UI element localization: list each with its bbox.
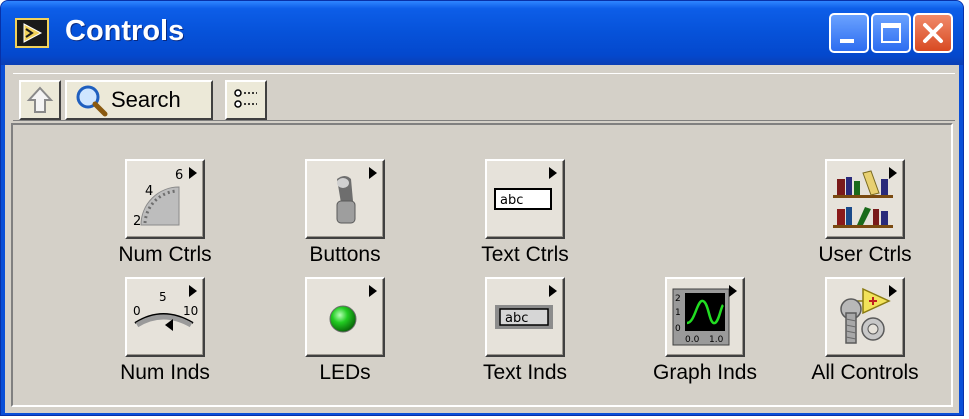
submenu-arrow-icon bbox=[729, 285, 737, 297]
submenu-arrow-icon bbox=[889, 285, 897, 297]
knob-tick-4: 4 bbox=[145, 184, 153, 199]
buttons-button[interactable] bbox=[305, 159, 385, 239]
text-ctrls-label: Text Ctrls bbox=[481, 243, 569, 266]
graph-y-1: 1 bbox=[675, 308, 681, 318]
text-inds-label: Text Inds bbox=[482, 361, 568, 384]
palette-item-text-inds[interactable]: abc Text Inds bbox=[445, 277, 605, 387]
palette-item-user-ctrls[interactable]: User Ctrls bbox=[785, 159, 945, 269]
num-ctrls-label: Num Ctrls bbox=[118, 243, 212, 266]
palette-item-text-ctrls[interactable]: abc Text Ctrls bbox=[445, 159, 605, 269]
palette-client-area: Search 2 4 6 Num Ctrls Buttons abc Text … bbox=[5, 65, 959, 413]
submenu-arrow-icon bbox=[549, 167, 557, 179]
window-title: Controls bbox=[65, 15, 185, 47]
leds-label: LEDs bbox=[319, 361, 371, 384]
controls-window: Controls Search 2 4 6 Num Ctrls Buttons … bbox=[0, 0, 964, 416]
graph-y-2: 2 bbox=[675, 294, 681, 304]
leds-button[interactable] bbox=[305, 277, 385, 357]
graph-inds-label: Graph Inds bbox=[653, 361, 757, 384]
submenu-arrow-icon bbox=[369, 285, 377, 297]
view-options-button[interactable] bbox=[225, 80, 267, 120]
view-options-icon bbox=[234, 89, 257, 108]
text-ctrls-button[interactable]: abc bbox=[485, 159, 565, 239]
num-ctrls-button[interactable]: 2 4 6 bbox=[125, 159, 205, 239]
palette-item-buttons[interactable]: Buttons bbox=[265, 159, 425, 269]
submenu-arrow-icon bbox=[549, 285, 557, 297]
meter-tick-5: 5 bbox=[159, 290, 167, 304]
palette-item-num-ctrls[interactable]: 2 4 6 Num Ctrls bbox=[85, 159, 245, 269]
labview-app-icon bbox=[15, 18, 49, 48]
knob-tick-6: 6 bbox=[175, 168, 183, 183]
palette-item-graph-inds[interactable]: 2 1 0 0.0 1.0 Graph Inds bbox=[625, 277, 785, 387]
title-bar[interactable]: Controls bbox=[1, 1, 963, 65]
graph-x-1: 1.0 bbox=[709, 335, 724, 345]
maximize-icon bbox=[881, 23, 901, 43]
palette-item-leds[interactable]: LEDs bbox=[265, 277, 425, 387]
magnifier-icon bbox=[76, 85, 108, 117]
text-ind-sample: abc bbox=[505, 311, 528, 326]
all-controls-button[interactable] bbox=[825, 277, 905, 357]
maximize-button[interactable] bbox=[871, 13, 911, 53]
knob-tick-2: 2 bbox=[133, 214, 141, 229]
close-icon bbox=[923, 23, 943, 43]
submenu-arrow-icon bbox=[189, 285, 197, 297]
up-button[interactable] bbox=[19, 80, 61, 120]
graph-y-0: 0 bbox=[675, 324, 681, 334]
minimize-button[interactable] bbox=[829, 13, 869, 53]
palette-toolbar: Search bbox=[13, 73, 955, 121]
palette-item-num-inds[interactable]: 0 5 10 Num Inds bbox=[85, 277, 245, 387]
all-controls-label: All Controls bbox=[811, 361, 919, 384]
submenu-arrow-icon bbox=[889, 167, 897, 179]
num-inds-button[interactable]: 0 5 10 bbox=[125, 277, 205, 357]
search-button[interactable]: Search bbox=[65, 80, 213, 120]
palette-panel: 2 4 6 Num Ctrls Buttons abc Text Ctrls U… bbox=[11, 123, 953, 407]
user-ctrls-label: User Ctrls bbox=[818, 243, 912, 266]
meter-tick-10: 10 bbox=[183, 304, 198, 318]
submenu-arrow-icon bbox=[369, 167, 377, 179]
graph-inds-button[interactable]: 2 1 0 0.0 1.0 bbox=[665, 277, 745, 357]
text-inds-button[interactable]: abc bbox=[485, 277, 565, 357]
minimize-icon bbox=[840, 39, 854, 43]
user-ctrls-button[interactable] bbox=[825, 159, 905, 239]
palette-item-all-controls[interactable]: All Controls bbox=[785, 277, 945, 387]
close-button[interactable] bbox=[913, 13, 953, 53]
num-inds-label: Num Inds bbox=[120, 361, 210, 384]
text-ctrl-sample: abc bbox=[500, 193, 523, 208]
up-arrow-icon bbox=[26, 86, 54, 113]
graph-x-0: 0.0 bbox=[685, 335, 700, 345]
buttons-label: Buttons bbox=[309, 243, 381, 266]
meter-tick-0: 0 bbox=[133, 304, 141, 318]
submenu-arrow-icon bbox=[189, 167, 197, 179]
search-label: Search bbox=[111, 87, 181, 112]
